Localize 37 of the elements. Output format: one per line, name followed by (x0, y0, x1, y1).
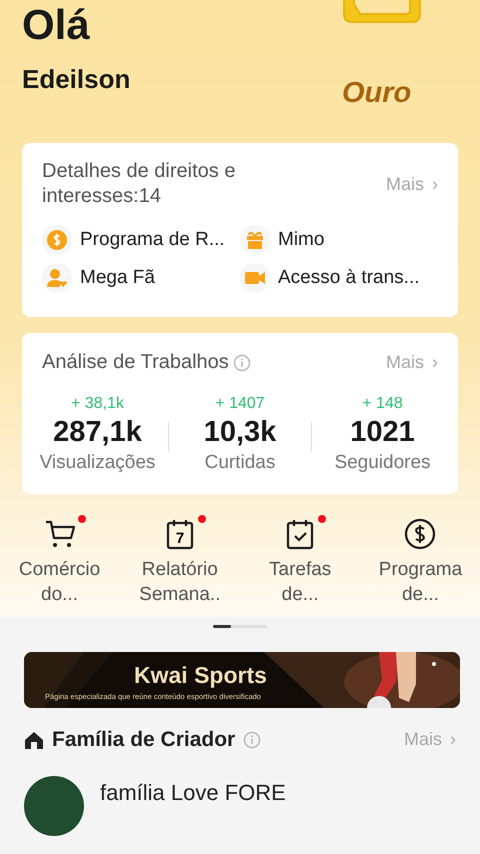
section-title: Família de Criador (52, 727, 236, 754)
chevron-icon: › (432, 349, 438, 376)
stat-value: 287,1k (52, 416, 143, 450)
benefit-label[interactable]: Mega Fã (80, 264, 155, 292)
card-title: Detalhes de direitos e interesses:14 (42, 159, 236, 209)
shortcut-button[interactable]: Programa de... (362, 518, 478, 608)
banner-title: Kwai Sports (134, 661, 267, 690)
stat-value: 1021 (349, 416, 416, 450)
dollar-coin-icon (46, 229, 68, 251)
shortcut-button[interactable]: Tarefas de... (242, 518, 358, 608)
info-icon (232, 354, 251, 372)
level-label: Ouro (342, 76, 412, 111)
stat-value: 10,3k (202, 416, 278, 450)
person-heart-icon (46, 267, 68, 289)
stat-label: Seguidores (333, 451, 432, 476)
chevron-icon: › (432, 170, 438, 198)
stat-label: Visualizações (38, 451, 156, 476)
delta-value: + 148 (361, 394, 404, 414)
avatar-icon (24, 776, 84, 836)
benefit-label[interactable]: Programa de R... (80, 226, 225, 254)
benefit-label[interactable]: Mimo (278, 226, 324, 254)
chevron-icon: › (450, 726, 456, 754)
delta-value: + 1407 (214, 394, 266, 414)
greeting-title: Olá (22, 0, 90, 46)
page-indicator (213, 625, 267, 628)
shortcut-button[interactable]: 7 Relatório Semana.. (122, 518, 238, 608)
delta-value: + 38,1k (70, 394, 125, 414)
dollar-circle-icon (404, 518, 436, 550)
benefit-label[interactable]: Acesso à trans... (278, 264, 420, 292)
username: Edeilson (22, 63, 130, 96)
info-icon (243, 730, 262, 749)
house-icon (24, 730, 44, 749)
gift-icon (244, 229, 266, 251)
shortcut-button[interactable]: Comércio do... (2, 518, 117, 608)
card-title: Análise de Trabalhos (42, 350, 229, 375)
family-name[interactable]: família Love FORE (100, 776, 286, 809)
stat-label: Curtidas (204, 451, 276, 476)
